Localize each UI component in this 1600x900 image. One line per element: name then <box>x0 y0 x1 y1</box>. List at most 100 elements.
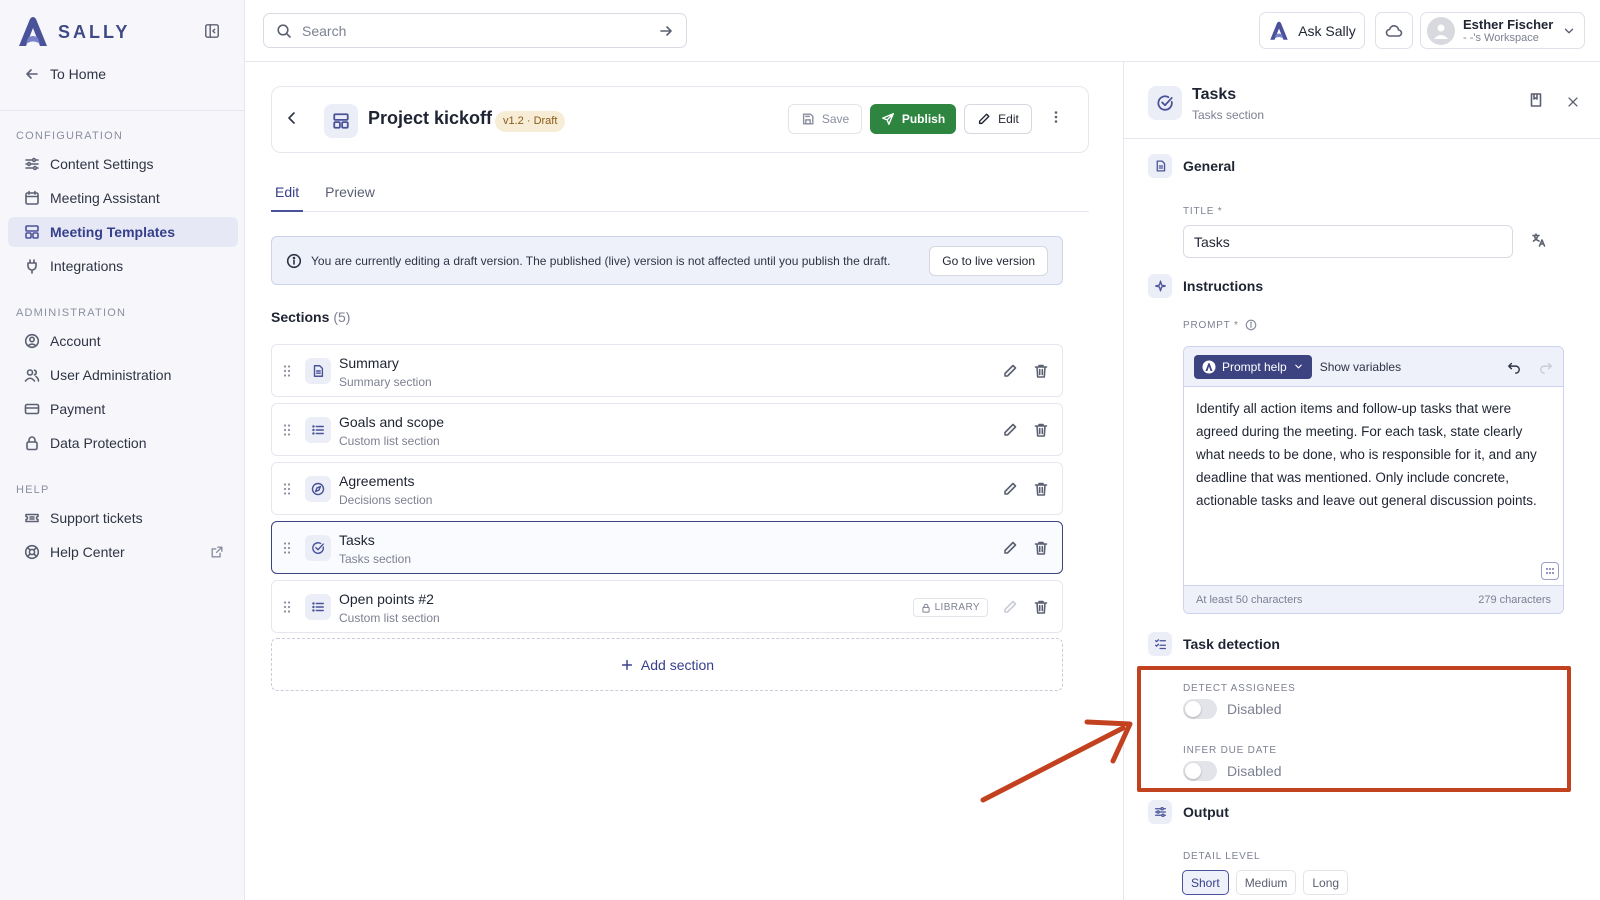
insert-variable-button[interactable] <box>1541 562 1559 580</box>
collapse-sidebar-button[interactable] <box>204 23 222 41</box>
detail-medium-option[interactable]: Medium <box>1235 870 1297 895</box>
edit-section-button[interactable] <box>1002 481 1018 497</box>
plug-icon <box>27 259 37 274</box>
delete-section-button[interactable] <box>1033 540 1049 556</box>
general-title: General <box>1183 158 1236 174</box>
sidebar-item-label: Meeting Assistant <box>50 190 160 206</box>
to-home-link[interactable]: To Home <box>24 66 106 82</box>
publish-button[interactable]: Publish <box>870 104 956 134</box>
task-detection-heading: Task detection <box>1148 632 1280 656</box>
section-row[interactable]: Open points #2 Custom list section LIBRA… <box>271 580 1063 633</box>
detect-assignees-row: Disabled <box>1183 699 1281 719</box>
plus-icon <box>621 659 632 670</box>
page-title: Project kickoff <box>368 108 493 128</box>
undo-button[interactable] <box>1507 359 1521 375</box>
redo-button[interactable] <box>1539 359 1553 375</box>
drag-handle-icon[interactable] <box>282 600 292 614</box>
close-panel-button[interactable] <box>1566 94 1580 110</box>
translate-button[interactable] <box>1531 232 1547 248</box>
user-menu[interactable]: Esther Fischer - -'s Workspace <box>1420 12 1585 49</box>
save-to-library-button[interactable] <box>1528 92 1544 108</box>
sidebar: SALLY To Home CONFIGURATION Content Sett… <box>0 0 245 900</box>
logo[interactable]: SALLY <box>16 16 130 48</box>
toggle-knob <box>1185 763 1201 779</box>
drag-handle-icon[interactable] <box>282 541 292 555</box>
ask-sally-button[interactable]: Ask Sally <box>1259 12 1365 49</box>
search-input[interactable] <box>302 22 648 39</box>
output-icon-box <box>1148 800 1172 824</box>
section-type-icon <box>305 535 331 561</box>
user-circle-icon <box>24 333 40 349</box>
edit-section-button[interactable] <box>1002 363 1018 379</box>
infer-due-date-toggle[interactable] <box>1183 761 1217 781</box>
sidebar-item-data-protection[interactable]: Data Protection <box>8 428 238 458</box>
save-button[interactable]: Save <box>788 104 862 134</box>
section-row[interactable]: Agreements Decisions section <box>271 462 1063 515</box>
sidebar-item-meeting-templates[interactable]: Meeting Templates <box>8 217 238 247</box>
section-row-selected[interactable]: Tasks Tasks section <box>271 521 1063 574</box>
sidebar-item-help-center[interactable]: Help Center <box>8 537 238 567</box>
lifebuoy-icon <box>24 544 40 560</box>
pencil-icon <box>1004 482 1017 495</box>
sections-heading: Sections (5) <box>271 309 350 325</box>
sidebar-item-payment[interactable]: Payment <box>8 394 238 424</box>
trash-icon <box>1034 541 1048 555</box>
section-type-icon <box>305 476 331 502</box>
prompt-textarea[interactable]: Identify all action items and follow-up … <box>1184 387 1563 585</box>
sidebar-item-integrations[interactable]: Integrations <box>8 251 238 281</box>
tab-edit[interactable]: Edit <box>271 178 304 212</box>
toggle-knob <box>1185 701 1201 717</box>
trash-icon <box>1034 364 1048 378</box>
drag-handle-icon[interactable] <box>282 423 292 437</box>
edit-section-button[interactable] <box>1002 540 1018 556</box>
tab-preview[interactable]: Preview <box>321 178 379 212</box>
detail-short-option[interactable]: Short <box>1182 870 1229 895</box>
pencil-icon <box>1004 423 1017 436</box>
back-button[interactable] <box>284 110 300 126</box>
translate-icon <box>1532 233 1546 247</box>
section-row[interactable]: Summary Summary section <box>271 344 1063 397</box>
nav-group-administration: ADMINISTRATION Account User Administrati… <box>8 304 238 458</box>
delete-section-button[interactable] <box>1033 481 1049 497</box>
delete-section-button[interactable] <box>1033 599 1049 615</box>
search-box[interactable] <box>263 13 687 48</box>
title-input[interactable] <box>1183 225 1513 258</box>
panel-title: Tasks <box>1192 86 1237 103</box>
delete-section-button[interactable] <box>1033 363 1049 379</box>
sidebar-item-account[interactable]: Account <box>8 326 238 356</box>
sparkles-icon <box>1154 280 1166 292</box>
library-badge: LIBRARY <box>912 598 988 617</box>
detect-assignees-label: DETECT ASSIGNEES <box>1183 683 1296 694</box>
drag-handle-icon[interactable] <box>282 364 292 378</box>
instructions-icon-box <box>1148 274 1172 298</box>
info-icon[interactable] <box>1245 319 1257 331</box>
sidebar-item-support-tickets[interactable]: Support tickets <box>8 503 238 533</box>
arrow-right-icon[interactable] <box>658 23 674 39</box>
go-to-live-button[interactable]: Go to live version <box>929 245 1048 276</box>
min-chars-hint: At least 50 characters <box>1196 593 1303 606</box>
sidebar-item-content-settings[interactable]: Content Settings <box>8 149 238 179</box>
edit-section-button[interactable] <box>1002 422 1018 438</box>
nav-heading: HELP <box>16 484 50 496</box>
nav-group-configuration: CONFIGURATION Content Settings Meeting A… <box>8 127 238 281</box>
detail-long-option[interactable]: Long <box>1303 870 1349 895</box>
edit-button[interactable]: Edit <box>964 104 1032 134</box>
delete-section-button[interactable] <box>1033 422 1049 438</box>
show-variables-link[interactable]: Show variables <box>1320 360 1401 374</box>
section-row[interactable]: Goals and scope Custom list section <box>271 403 1063 456</box>
arrow-left-icon <box>26 69 38 79</box>
prompt-help-button[interactable]: Prompt help <box>1194 354 1312 379</box>
add-section-button[interactable]: Add section <box>271 638 1063 691</box>
detect-assignees-toggle[interactable] <box>1183 699 1217 719</box>
external-link-icon <box>211 546 223 558</box>
sidebar-item-user-administration[interactable]: User Administration <box>8 360 238 390</box>
sally-logo-icon <box>19 17 47 46</box>
drag-handle-icon[interactable] <box>282 482 292 496</box>
save-label: Save <box>821 112 850 126</box>
sidebar-item-meeting-assistant[interactable]: Meeting Assistant <box>8 183 238 213</box>
cloud-sync-button[interactable] <box>1375 12 1413 49</box>
lock-icon <box>921 603 930 613</box>
sliders-icon <box>1154 806 1166 818</box>
document-icon <box>1156 160 1165 172</box>
more-options-button[interactable] <box>1048 109 1064 125</box>
